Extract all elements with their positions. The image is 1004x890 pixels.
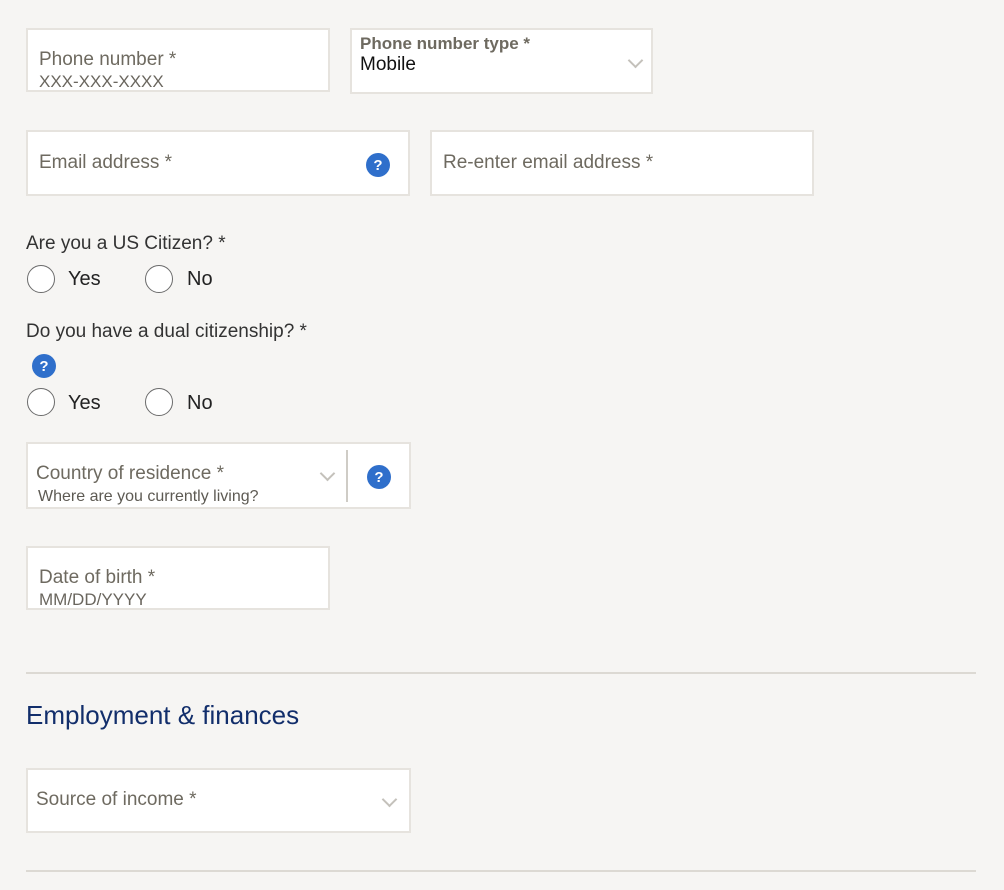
help-icon[interactable]: ? xyxy=(367,465,391,489)
help-icon[interactable]: ? xyxy=(366,153,390,177)
reenter-email-field[interactable]: Re-enter email address * xyxy=(430,130,814,196)
email-label: Email address * xyxy=(39,152,173,173)
phone-number-field[interactable]: Phone number * XXX-XXX-XXXX xyxy=(26,28,330,92)
country-of-residence-select[interactable]: Country of residence * Where are you cur… xyxy=(26,442,411,509)
section-divider xyxy=(26,672,976,674)
section-divider xyxy=(26,870,976,872)
divider xyxy=(346,450,348,502)
dual-citizenship-yes-radio[interactable] xyxy=(27,388,55,416)
us-citizen-yes-radio[interactable] xyxy=(27,265,55,293)
country-label: Country of residence * xyxy=(36,463,224,484)
dob-placeholder: MM/DD/YYYY xyxy=(39,590,147,609)
chevron-down-icon xyxy=(319,465,336,482)
us-citizen-question: Are you a US Citizen? * xyxy=(26,233,226,254)
us-citizen-no-label[interactable]: No xyxy=(187,268,213,291)
source-of-income-select[interactable]: Source of income * xyxy=(26,768,411,833)
help-icon[interactable]: ? xyxy=(32,354,56,378)
email-field[interactable]: Email address * ? xyxy=(26,130,410,196)
reenter-email-label: Re-enter email address * xyxy=(443,152,654,173)
us-citizen-yes-label[interactable]: Yes xyxy=(68,268,101,291)
chevron-down-icon xyxy=(381,791,398,808)
date-of-birth-field[interactable]: Date of birth * MM/DD/YYYY xyxy=(26,546,330,610)
phone-type-select[interactable]: Phone number type * Mobile xyxy=(350,28,653,94)
chevron-down-icon xyxy=(627,52,644,69)
dual-citizenship-no-radio[interactable] xyxy=(145,388,173,416)
phone-type-value: Mobile xyxy=(360,54,416,75)
dual-citizenship-question: Do you have a dual citizenship? * xyxy=(26,321,307,342)
phone-number-placeholder: XXX-XXX-XXXX xyxy=(39,72,164,91)
dob-label: Date of birth * xyxy=(39,567,156,588)
phone-number-label: Phone number * xyxy=(39,49,177,70)
phone-type-label: Phone number type * xyxy=(360,34,531,53)
dual-citizenship-no-label[interactable]: No xyxy=(187,392,213,415)
country-hint: Where are you currently living? xyxy=(38,488,259,505)
employment-heading: Employment & finances xyxy=(26,700,300,730)
income-label: Source of income * xyxy=(36,789,197,810)
dual-citizenship-yes-label[interactable]: Yes xyxy=(68,392,101,415)
us-citizen-no-radio[interactable] xyxy=(145,265,173,293)
